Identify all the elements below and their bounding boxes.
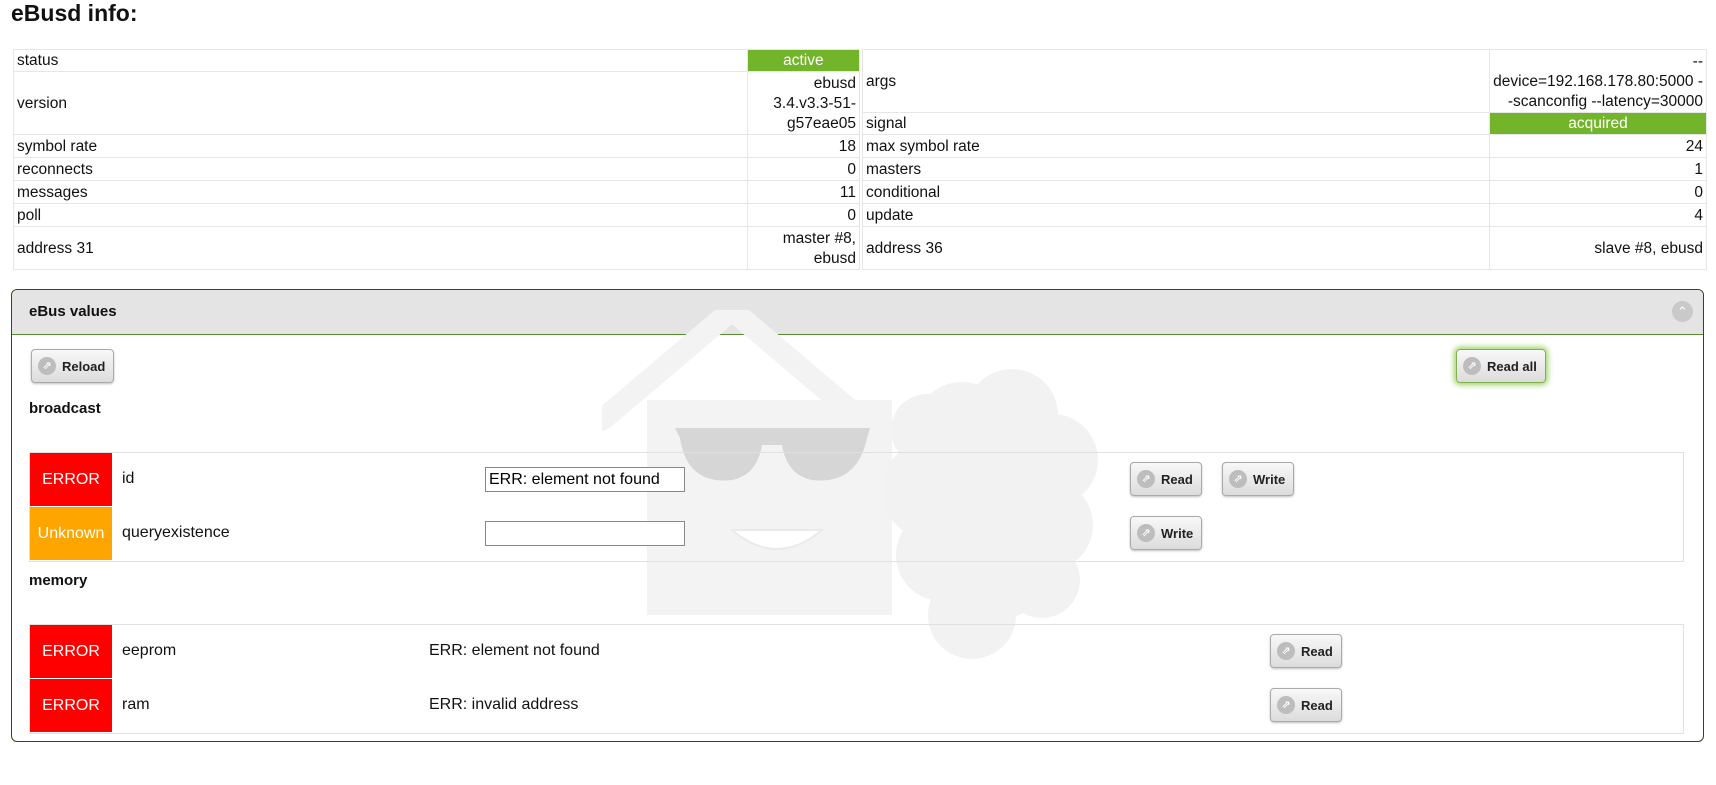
info-label: address 31 xyxy=(13,226,748,270)
info-row: signal acquired xyxy=(862,112,1707,135)
info-row: conditional 0 xyxy=(862,180,1707,204)
signal-badge: acquired xyxy=(1489,112,1707,135)
reload-label: Reload xyxy=(62,358,106,374)
info-table-right: args --device=192.168.178.80:5000 --scan… xyxy=(862,49,1707,270)
status-badge: ERROR xyxy=(30,625,112,678)
item-name: id xyxy=(122,470,135,487)
status-badge: ERROR xyxy=(30,453,112,506)
read-button[interactable]: ⇗ Read xyxy=(1270,634,1342,668)
ebus-values-panel: eBus values ⌃ ⇗ Reload ⇗ Read all broadc… xyxy=(11,289,1704,742)
info-row: max symbol rate 24 xyxy=(862,134,1707,158)
share-icon: ⇗ xyxy=(1137,470,1155,488)
info-label: max symbol rate xyxy=(862,134,1490,158)
write-button[interactable]: ⇗ Write xyxy=(1130,516,1203,550)
info-row: status active xyxy=(13,49,861,72)
page-title: eBusd info: xyxy=(11,0,138,26)
info-table-left: status active version ebusd 3.4.v3.3-51-… xyxy=(13,49,861,270)
info-label: reconnects xyxy=(13,157,748,181)
info-row: symbol rate 18 xyxy=(13,134,861,158)
list-item: Unknown queryexistence ⇗ Write xyxy=(30,507,1683,560)
info-row: address 31 master #8, ebusd xyxy=(13,226,861,270)
info-row: version ebusd 3.4.v3.3-51-g57eae05 xyxy=(13,71,861,135)
status-badge: Unknown xyxy=(30,507,112,560)
read-all-label: Read all xyxy=(1487,358,1537,374)
value-input[interactable] xyxy=(485,467,685,492)
list-item: ERROR id ⇗ Read ⇗ Write xyxy=(30,453,1683,506)
broadcast-group: ERROR id ⇗ Read ⇗ Write Unknown queryexi… xyxy=(29,452,1684,562)
info-value: 1 xyxy=(1489,157,1707,181)
info-row: update 4 xyxy=(862,203,1707,227)
info-value: 0 xyxy=(1489,180,1707,204)
info-row: address 36 slave #8, ebusd xyxy=(862,226,1707,270)
write-button[interactable]: ⇗ Write xyxy=(1222,462,1295,496)
info-value: 11 xyxy=(746,180,861,204)
item-name: eeprom xyxy=(122,642,177,659)
info-row: poll 0 xyxy=(13,203,861,227)
read-label: Read xyxy=(1301,697,1333,713)
section-title-memory: memory xyxy=(29,572,88,589)
info-value: master #8, ebusd xyxy=(746,226,861,270)
panel-title: eBus values xyxy=(29,303,117,320)
item-value: ERR: element not found xyxy=(429,642,600,659)
info-value: ebusd 3.4.v3.3-51-g57eae05 xyxy=(746,71,861,135)
info-value: 0 xyxy=(746,203,861,227)
read-button[interactable]: ⇗ Read xyxy=(1270,688,1342,722)
status-badge: active xyxy=(746,49,861,72)
info-value: 24 xyxy=(1489,134,1707,158)
read-label: Read xyxy=(1161,471,1193,487)
section-title-broadcast: broadcast xyxy=(29,400,101,417)
list-item: ERROR ram ERR: invalid address ⇗ Read xyxy=(30,679,1683,732)
info-value: 18 xyxy=(746,134,861,158)
share-icon: ⇗ xyxy=(1463,357,1481,375)
info-row: reconnects 0 xyxy=(13,157,861,181)
write-label: Write xyxy=(1253,471,1286,487)
info-label: symbol rate xyxy=(13,134,748,158)
reload-button[interactable]: ⇗ Reload xyxy=(31,349,115,383)
info-label: address 36 xyxy=(862,226,1490,270)
share-icon: ⇗ xyxy=(38,357,56,375)
read-label: Read xyxy=(1301,643,1333,659)
info-label: status xyxy=(13,49,748,72)
info-value: 0 xyxy=(746,157,861,181)
list-item: ERROR eeprom ERR: element not found ⇗ Re… xyxy=(30,625,1683,678)
collapse-icon[interactable]: ⌃ xyxy=(1672,301,1693,322)
info-value: 4 xyxy=(1489,203,1707,227)
info-label: poll xyxy=(13,203,748,227)
info-row: args --device=192.168.178.80:5000 --scan… xyxy=(862,49,1707,113)
info-label: signal xyxy=(862,112,1490,135)
share-icon: ⇗ xyxy=(1277,642,1295,660)
share-icon: ⇗ xyxy=(1137,524,1155,542)
info-label: conditional xyxy=(862,180,1490,204)
info-value: --device=192.168.178.80:5000 --scanconfi… xyxy=(1489,49,1707,113)
read-button[interactable]: ⇗ Read xyxy=(1130,462,1202,496)
item-name: ram xyxy=(122,696,150,713)
read-all-button[interactable]: ⇗ Read all xyxy=(1456,349,1546,383)
info-label: messages xyxy=(13,180,748,204)
info-label: masters xyxy=(862,157,1490,181)
share-icon: ⇗ xyxy=(1229,470,1247,488)
status-badge: ERROR xyxy=(30,679,112,732)
share-icon: ⇗ xyxy=(1277,696,1295,714)
info-value: slave #8, ebusd xyxy=(1489,226,1707,270)
info-label: args xyxy=(862,49,1490,113)
memory-group: ERROR eeprom ERR: element not found ⇗ Re… xyxy=(29,624,1684,734)
info-label: update xyxy=(862,203,1490,227)
info-row: masters 1 xyxy=(862,157,1707,181)
write-label: Write xyxy=(1161,525,1194,541)
item-value: ERR: invalid address xyxy=(429,696,579,713)
value-input[interactable] xyxy=(485,521,685,546)
info-row: messages 11 xyxy=(13,180,861,204)
item-name: queryexistence xyxy=(122,524,230,541)
info-label: version xyxy=(13,71,748,135)
